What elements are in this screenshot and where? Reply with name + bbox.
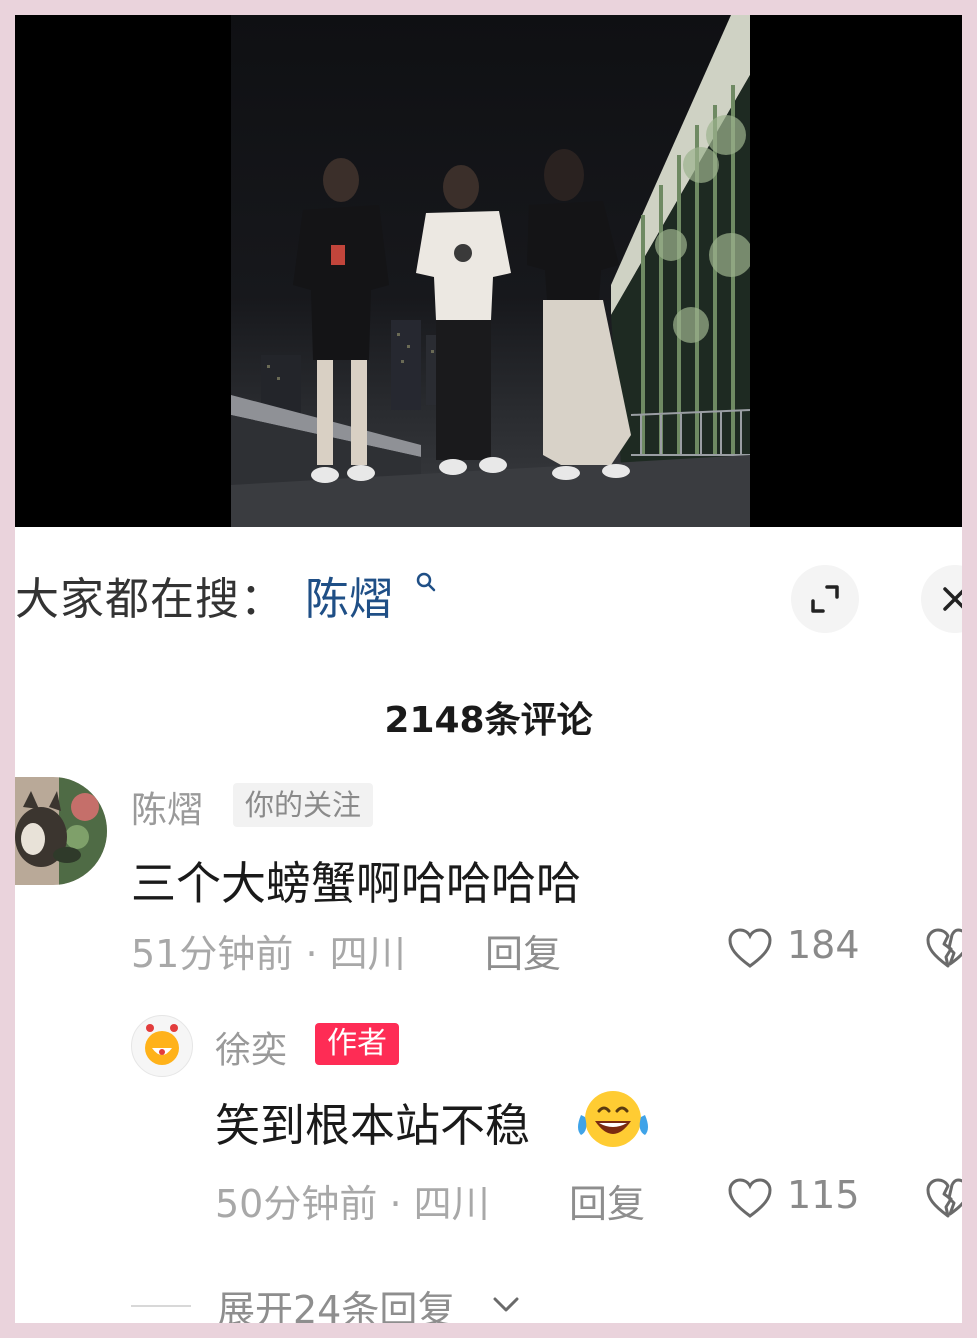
reply-button[interactable]: 回复: [569, 1173, 645, 1228]
broken-heart-icon: [926, 928, 962, 968]
reply-time: 50分钟前: [215, 1182, 378, 1226]
heart-icon: [728, 1178, 772, 1218]
comment-location: 四川: [329, 932, 406, 976]
broken-heart-icon: [926, 1178, 962, 1218]
comment-text: 三个大螃蟹啊哈哈哈哈: [131, 857, 582, 910]
meta-separator: ·: [305, 932, 318, 976]
avatar-image: [15, 777, 107, 885]
reply-username[interactable]: 徐奕: [215, 1021, 287, 1073]
video-frame: [231, 15, 750, 527]
comment-meta: 51分钟前 · 四川: [131, 923, 406, 978]
comment-username[interactable]: 陈熠: [131, 781, 203, 833]
dislike-button[interactable]: [925, 927, 962, 973]
search-suggestion-term[interactable]: 陈熠: [305, 563, 393, 627]
avatar[interactable]: [15, 777, 107, 885]
close-icon: [943, 587, 962, 611]
search-suggestion-row: 大家都在搜： 陈熠: [15, 555, 962, 633]
chevron-down-icon[interactable]: [491, 1295, 521, 1319]
reply-text: 笑到根本站不稳: [215, 1099, 531, 1152]
like-button[interactable]: [727, 927, 773, 973]
like-count: 184: [787, 923, 860, 967]
close-button[interactable]: [921, 565, 962, 633]
like-count: 115: [787, 1173, 860, 1217]
search-suggestion-prefix: 大家都在搜：: [15, 574, 285, 625]
comment-time: 51分钟前: [131, 932, 294, 976]
reply-meta: 50分钟前 · 四川: [215, 1173, 490, 1228]
author-badge: 作者: [315, 1023, 399, 1065]
video-scene-art: [231, 15, 750, 527]
following-badge: 你的关注: [233, 783, 374, 827]
reply-button[interactable]: 回复: [485, 923, 561, 978]
expand-icon: [811, 585, 839, 613]
laughing-tears-emoji-icon: [571, 1085, 655, 1155]
expand-replies-button[interactable]: 展开24条回复: [217, 1279, 455, 1323]
dislike-button[interactable]: [925, 1177, 962, 1223]
reply-location: 四川: [413, 1182, 490, 1226]
video-player[interactable]: [15, 15, 962, 527]
expand-divider: [131, 1305, 191, 1307]
author-avatar[interactable]: [131, 1015, 193, 1077]
like-button[interactable]: [727, 1177, 773, 1223]
fullscreen-button[interactable]: [791, 565, 859, 633]
heart-icon: [728, 928, 772, 968]
meta-separator: ·: [389, 1182, 402, 1226]
comments-count: 2148条评论: [384, 700, 593, 741]
search-icon: [415, 571, 437, 597]
screenshot-frame: 大家都在搜： 陈熠 2148条评论 陈熠 你的关注 三个大螃蟹啊哈哈哈哈 51分…: [15, 15, 962, 1323]
smiley-avatar-image: [145, 1024, 179, 1065]
